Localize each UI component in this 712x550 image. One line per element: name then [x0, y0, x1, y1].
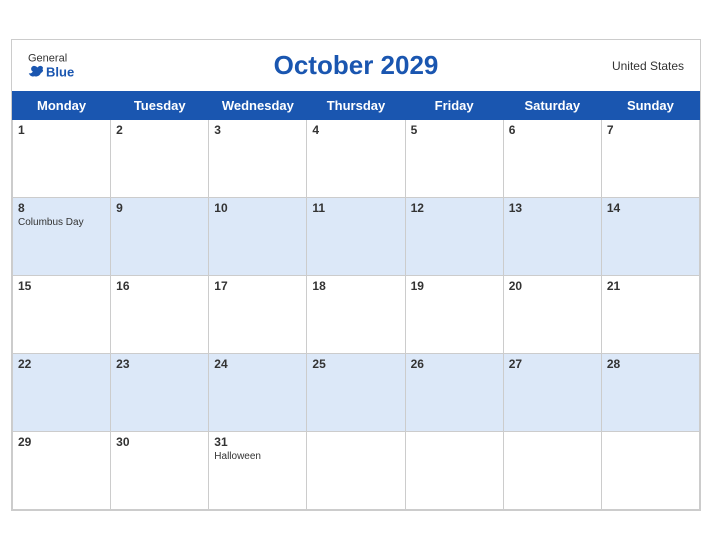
- day-number: 5: [411, 123, 498, 137]
- day-number: 13: [509, 201, 596, 215]
- calendar-week-row: 29 30 31 Halloween: [13, 432, 700, 510]
- calendar-day-cell: 21: [601, 276, 699, 354]
- calendar-day-cell: 25: [307, 354, 405, 432]
- calendar-day-cell: [405, 432, 503, 510]
- day-number: 27: [509, 357, 596, 371]
- day-number: 6: [509, 123, 596, 137]
- day-number: 15: [18, 279, 105, 293]
- day-number: 7: [607, 123, 694, 137]
- calendar-day-cell: 1: [13, 120, 111, 198]
- day-number: 24: [214, 357, 301, 371]
- day-number: 9: [116, 201, 203, 215]
- day-number: 28: [607, 357, 694, 371]
- calendar-table: Monday Tuesday Wednesday Thursday Friday…: [12, 91, 700, 510]
- calendar-day-cell: 2: [111, 120, 209, 198]
- calendar-day-cell: 29: [13, 432, 111, 510]
- calendar-header-row: Monday Tuesday Wednesday Thursday Friday…: [13, 92, 700, 120]
- day-number: 10: [214, 201, 301, 215]
- calendar-day-cell: 5: [405, 120, 503, 198]
- day-number: 18: [312, 279, 399, 293]
- calendar-container: General Blue October 2029 United States …: [11, 39, 701, 511]
- holiday-label: Columbus Day: [18, 217, 105, 228]
- calendar-day-cell: 24: [209, 354, 307, 432]
- calendar-day-cell: 31 Halloween: [209, 432, 307, 510]
- col-saturday: Saturday: [503, 92, 601, 120]
- calendar-week-row: 8 Columbus Day 9 10 11 12 13 14: [13, 198, 700, 276]
- calendar-day-cell: 6: [503, 120, 601, 198]
- calendar-header: General Blue October 2029 United States: [12, 40, 700, 91]
- day-number: 20: [509, 279, 596, 293]
- calendar-day-cell: 11: [307, 198, 405, 276]
- calendar-day-cell: 18: [307, 276, 405, 354]
- col-friday: Friday: [405, 92, 503, 120]
- logo-bird-icon: [28, 65, 44, 79]
- calendar-day-cell: 17: [209, 276, 307, 354]
- calendar-day-cell: 9: [111, 198, 209, 276]
- calendar-day-cell: 4: [307, 120, 405, 198]
- col-wednesday: Wednesday: [209, 92, 307, 120]
- calendar-day-cell: 8 Columbus Day: [13, 198, 111, 276]
- day-number: 16: [116, 279, 203, 293]
- calendar-week-row: 22 23 24 25 26 27 28: [13, 354, 700, 432]
- col-monday: Monday: [13, 92, 111, 120]
- country-label: United States: [612, 59, 684, 73]
- calendar-week-row: 1234567: [13, 120, 700, 198]
- calendar-day-cell: [307, 432, 405, 510]
- day-number: 12: [411, 201, 498, 215]
- calendar-day-cell: 27: [503, 354, 601, 432]
- calendar-day-cell: 26: [405, 354, 503, 432]
- day-number: 23: [116, 357, 203, 371]
- calendar-day-cell: 3: [209, 120, 307, 198]
- calendar-day-cell: 28: [601, 354, 699, 432]
- day-number: 8: [18, 201, 105, 215]
- calendar-day-cell: 13: [503, 198, 601, 276]
- calendar-title: October 2029: [274, 50, 439, 81]
- day-number: 30: [116, 435, 203, 449]
- day-number: 26: [411, 357, 498, 371]
- calendar-day-cell: 30: [111, 432, 209, 510]
- day-number: 22: [18, 357, 105, 371]
- day-number: 25: [312, 357, 399, 371]
- day-number: 31: [214, 435, 301, 449]
- calendar-week-row: 15 16 17 18 19 20 21: [13, 276, 700, 354]
- calendar-day-cell: 12: [405, 198, 503, 276]
- calendar-day-cell: 7: [601, 120, 699, 198]
- calendar-day-cell: 23: [111, 354, 209, 432]
- holiday-label: Halloween: [214, 451, 301, 462]
- day-number: 1: [18, 123, 105, 137]
- day-number: 19: [411, 279, 498, 293]
- logo-general-text: General: [28, 52, 67, 64]
- col-thursday: Thursday: [307, 92, 405, 120]
- day-number: 29: [18, 435, 105, 449]
- calendar-day-cell: 19: [405, 276, 503, 354]
- calendar-day-cell: 22: [13, 354, 111, 432]
- calendar-day-cell: 15: [13, 276, 111, 354]
- day-number: 17: [214, 279, 301, 293]
- calendar-day-cell: 10: [209, 198, 307, 276]
- day-number: 3: [214, 123, 301, 137]
- calendar-day-cell: 16: [111, 276, 209, 354]
- day-number: 11: [312, 201, 399, 215]
- calendar-day-cell: [601, 432, 699, 510]
- logo-area: General Blue: [28, 52, 74, 79]
- day-number: 21: [607, 279, 694, 293]
- day-number: 14: [607, 201, 694, 215]
- calendar-day-cell: 20: [503, 276, 601, 354]
- day-number: 2: [116, 123, 203, 137]
- day-number: 4: [312, 123, 399, 137]
- calendar-day-cell: [503, 432, 601, 510]
- calendar-day-cell: 14: [601, 198, 699, 276]
- logo-blue-text: Blue: [28, 64, 74, 79]
- col-tuesday: Tuesday: [111, 92, 209, 120]
- col-sunday: Sunday: [601, 92, 699, 120]
